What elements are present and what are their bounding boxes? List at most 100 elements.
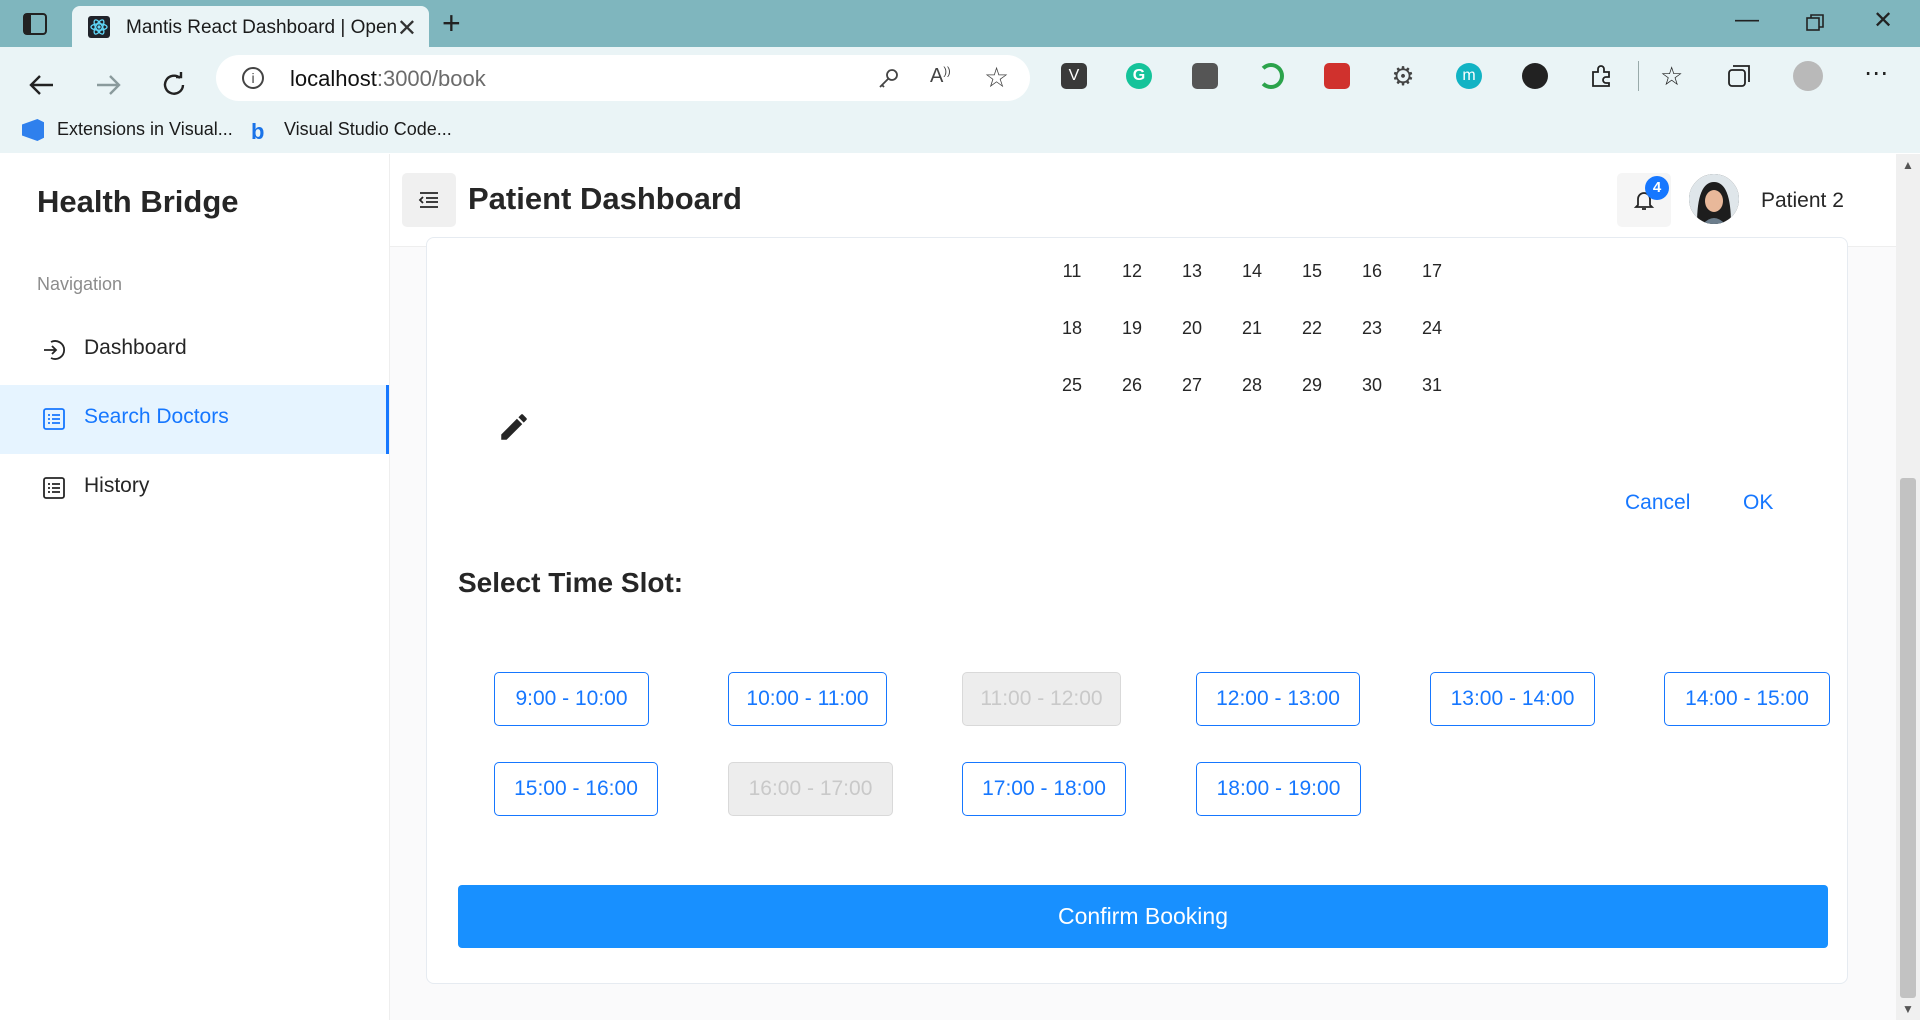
loading-extension-icon[interactable] [1258,63,1284,89]
bookmark-vscode[interactable]: Visual Studio Code... [284,119,452,140]
github-extension-icon[interactable] [1522,63,1548,89]
sidebar-item-history[interactable]: History [0,454,389,523]
back-icon[interactable] [26,69,58,101]
page-title: Patient Dashboard [468,181,742,216]
cancel-button[interactable]: Cancel [1625,491,1690,515]
minimize-icon[interactable]: — [1735,6,1759,34]
calendar-day[interactable]: 24 [1412,318,1452,339]
scroll-up-icon[interactable]: ▲ [1902,158,1914,172]
sidebar-item-dashboard[interactable]: Dashboard [0,316,389,385]
user-name[interactable]: Patient 2 [1761,189,1844,213]
react-icon [88,16,110,38]
calendar-day[interactable]: 15 [1292,261,1332,282]
calendar-day[interactable]: 25 [1052,375,1092,396]
profile-icon[interactable] [1793,61,1823,91]
calendar-day[interactable]: 16 [1352,261,1392,282]
timeslot-button[interactable]: 10:00 - 11:00 [728,672,887,726]
calendar-day[interactable]: 26 [1112,375,1152,396]
window-extension-icon[interactable] [1192,63,1218,89]
collections-icon[interactable] [1726,63,1752,89]
booking-card: 11 12 13 14 15 16 17 18 19 20 21 22 23 2… [426,237,1848,984]
calendar-day[interactable]: 19 [1112,318,1152,339]
restore-icon[interactable] [1806,14,1824,32]
timeslot-button[interactable]: 13:00 - 14:00 [1430,672,1595,726]
forward-icon[interactable] [92,69,124,101]
brand-title: Health Bridge [37,184,239,219]
menu-toggle-button[interactable] [402,173,456,227]
bookmark-extensions[interactable]: Extensions in Visual... [57,119,233,140]
timeslot-button[interactable]: 14:00 - 15:00 [1664,672,1830,726]
url-host: localhost [290,66,377,91]
timeslot-button-disabled: 16:00 - 17:00 [728,762,893,816]
calendar-day[interactable]: 14 [1232,261,1272,282]
favorite-add-icon[interactable]: ☆ [984,61,1009,94]
key-icon[interactable] [876,67,900,91]
grammarly-extension-icon[interactable]: G [1126,63,1152,89]
tab-title: Mantis React Dashboard | Open [126,17,396,38]
vimium-extension-icon[interactable]: V [1061,63,1087,89]
extensions-puzzle-icon[interactable] [1588,63,1614,89]
close-tab-icon[interactable]: ✕ [397,14,417,43]
calendar-day[interactable]: 31 [1412,375,1452,396]
browser-toolbar: i localhost:3000/book A)) ☆ V G ⚙ m ☆ ⋯ … [0,47,1920,153]
vscode-icon [22,119,44,141]
list-icon [43,408,65,430]
calendar-day[interactable]: 22 [1292,318,1332,339]
avatar[interactable] [1689,174,1739,224]
sidebar: Health Bridge Navigation Dashboard Searc… [0,154,390,1020]
calendar-day[interactable]: 13 [1172,261,1212,282]
calendar-day[interactable]: 18 [1052,318,1092,339]
bookmarks-bar: Extensions in Visual... b Visual Studio … [0,109,1920,153]
list-icon [43,477,65,499]
more-options-icon[interactable]: ⋯ [1864,59,1888,88]
notification-badge: 4 [1645,176,1669,200]
calendar-day[interactable]: 28 [1232,375,1272,396]
confirm-booking-button[interactable]: Confirm Booking [458,885,1828,948]
calendar-day[interactable]: 30 [1352,375,1392,396]
browser-tab-bar: Mantis React Dashboard | Open ✕ + — ✕ [0,0,1920,47]
favorites-icon[interactable]: ☆ [1660,63,1686,89]
timeslot-button[interactable]: 17:00 - 18:00 [962,762,1126,816]
nav-caption: Navigation [37,274,123,294]
address-bar[interactable]: i localhost:3000/book A)) ☆ [216,55,1030,101]
sidebar-item-search-doctors[interactable]: Search Doctors [0,385,389,454]
calendar-day[interactable]: 23 [1352,318,1392,339]
timeslot-button[interactable]: 15:00 - 16:00 [494,762,658,816]
site-info-icon[interactable]: i [242,67,264,89]
close-window-icon[interactable]: ✕ [1873,6,1893,35]
scroll-down-icon[interactable]: ▼ [1902,1002,1914,1016]
calendar-day[interactable]: 21 [1232,318,1272,339]
pencil-icon[interactable] [497,410,531,444]
new-tab-icon[interactable]: + [442,6,461,40]
calendar-day[interactable]: 20 [1172,318,1212,339]
menu-fold-icon [418,192,438,208]
gear-extension-icon[interactable]: ⚙ [1390,63,1416,89]
ok-button[interactable]: OK [1743,491,1773,515]
calendar-day[interactable]: 17 [1412,261,1452,282]
bing-icon: b [251,119,265,144]
calendar-day[interactable]: 12 [1112,261,1152,282]
timeslot-button[interactable]: 9:00 - 10:00 [494,672,649,726]
browser-tab-active[interactable]: Mantis React Dashboard | Open ✕ [72,6,429,47]
main-content: 11 12 13 14 15 16 17 18 19 20 21 22 23 2… [390,237,1900,1020]
bug-extension-icon[interactable] [1324,63,1350,89]
timeslot-button[interactable]: 12:00 - 13:00 [1196,672,1360,726]
tab-actions-icon[interactable] [22,12,48,36]
read-aloud-icon[interactable]: A)) [930,65,951,88]
timeslot-button[interactable]: 18:00 - 19:00 [1196,762,1361,816]
avatar-image [1689,174,1739,224]
calendar-day[interactable]: 11 [1052,261,1092,282]
url-path: :3000/book [376,66,486,91]
calendar-day[interactable]: 29 [1292,375,1332,396]
refresh-icon[interactable] [158,69,190,101]
login-icon [44,340,65,360]
m-extension-icon[interactable]: m [1456,63,1482,89]
page-scrollbar[interactable]: ▲ ▼ [1896,154,1920,1020]
scrollbar-thumb[interactable] [1900,478,1916,998]
url-text: localhost:3000/book [290,66,486,92]
timeslot-title: Select Time Slot: [458,567,684,598]
sidebar-item-label: Search Doctors [84,405,229,428]
calendar-day[interactable]: 27 [1172,375,1212,396]
timeslot-button-disabled: 11:00 - 12:00 [962,672,1121,726]
app-header: Patient Dashboard 4 Patient 2 [390,154,1900,247]
